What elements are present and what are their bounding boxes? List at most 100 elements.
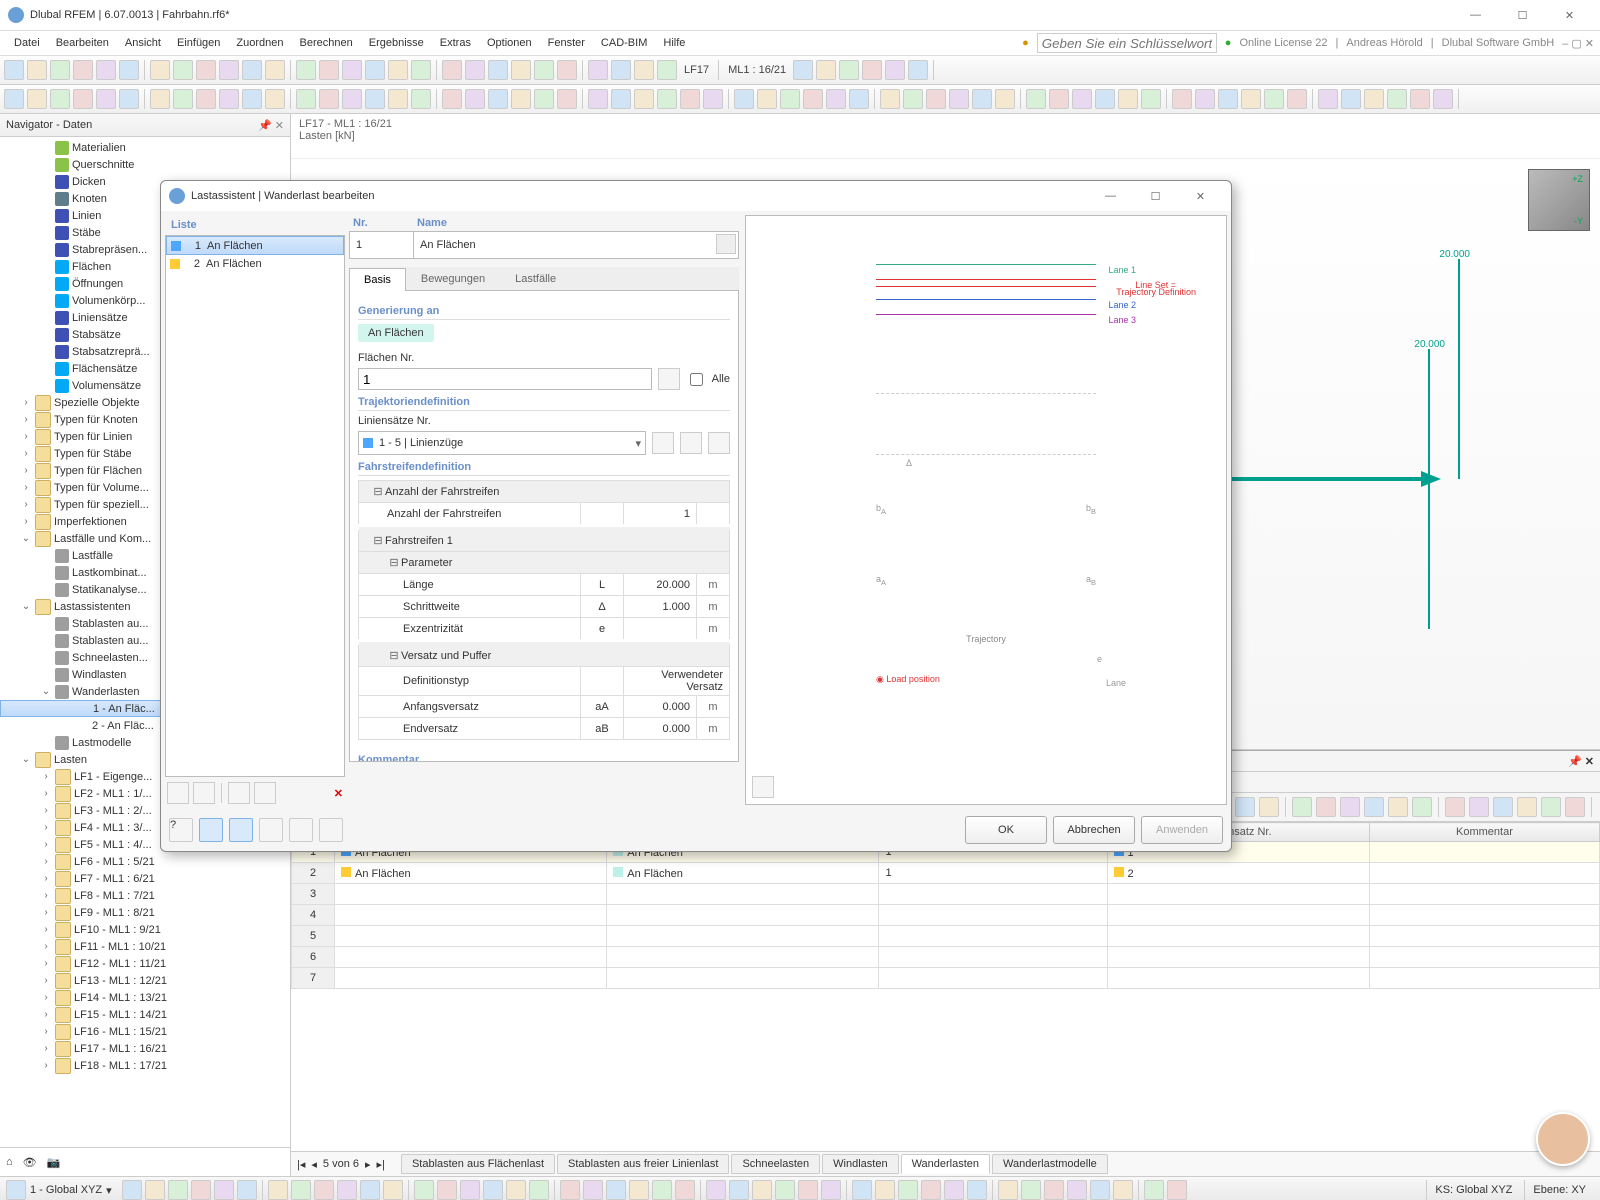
pin-icon[interactable]: 📌 ✕ <box>258 119 284 132</box>
menu-extras[interactable]: Extras <box>432 34 479 52</box>
toolbar-icon[interactable] <box>196 89 216 109</box>
toolbar-icon[interactable] <box>995 89 1015 109</box>
toolbar-icon[interactable] <box>534 60 554 80</box>
list-tool2-icon[interactable] <box>254 782 276 804</box>
toolbar-icon[interactable] <box>1412 797 1432 817</box>
toolbar-icon[interactable] <box>1341 89 1361 109</box>
assistant-avatar[interactable] <box>1536 1112 1590 1166</box>
dialog-tab[interactable]: Lastfälle <box>500 267 571 290</box>
toolbar-icon[interactable] <box>488 89 508 109</box>
toolbar-icon[interactable] <box>1433 89 1453 109</box>
tree-node[interactable]: Materialien <box>0 139 290 156</box>
toolbar-icon[interactable] <box>1021 1180 1041 1200</box>
table-row[interactable]: 4 <box>292 905 1600 926</box>
toolbar-icon[interactable] <box>73 89 93 109</box>
toolbar-icon[interactable] <box>972 89 992 109</box>
toolbar-icon[interactable] <box>1517 797 1537 817</box>
tree-node[interactable]: ›LF14 - ML1 : 13/21 <box>0 989 290 1006</box>
toolbar-icon[interactable] <box>1044 1180 1064 1200</box>
toolbar-icon[interactable] <box>511 60 531 80</box>
toolbar-icon[interactable] <box>268 1180 288 1200</box>
toolbar-icon[interactable] <box>365 89 385 109</box>
toolbar-icon[interactable] <box>798 1180 818 1200</box>
toolbar-icon[interactable] <box>529 1180 549 1200</box>
toolbar-icon[interactable] <box>27 60 47 80</box>
toolbar-icon[interactable] <box>411 89 431 109</box>
toolbar-icon[interactable] <box>96 89 116 109</box>
toolbar-icon[interactable] <box>1067 1180 1087 1200</box>
pager-last-icon[interactable]: ▸| <box>377 1158 385 1171</box>
menu-cad-bim[interactable]: CAD-BIM <box>593 34 655 52</box>
toolbar-icon[interactable] <box>1235 797 1255 817</box>
toolbar-icon[interactable] <box>319 60 339 80</box>
units-icon[interactable] <box>199 818 223 842</box>
pager-tab[interactable]: Stablasten aus Flächenlast <box>401 1154 555 1174</box>
toolbar-icon[interactable] <box>780 89 800 109</box>
pager-prev-icon[interactable]: ◂ <box>311 1158 317 1171</box>
toolbar-icon[interactable] <box>926 89 946 109</box>
toolbar-icon[interactable] <box>219 60 239 80</box>
toolbar-icon[interactable] <box>1565 797 1585 817</box>
toolbar-icon[interactable] <box>944 1180 964 1200</box>
toolbar-icon[interactable] <box>242 89 262 109</box>
toolbar-icon[interactable] <box>365 60 385 80</box>
toolbar-icon[interactable] <box>921 1180 941 1200</box>
camera-icon[interactable]: 📷 <box>47 1156 61 1169</box>
apply-button[interactable]: Anwenden <box>1141 816 1223 844</box>
toolbar-icon[interactable] <box>734 89 754 109</box>
toolbar-icon[interactable] <box>265 89 285 109</box>
toolbar-icon[interactable] <box>4 89 24 109</box>
home-icon[interactable]: ⌂ <box>6 1156 13 1168</box>
ls-new-icon[interactable] <box>652 432 674 454</box>
toolbar-icon[interactable] <box>967 1180 987 1200</box>
toolbar-icon[interactable] <box>775 1180 795 1200</box>
toolbar-icon[interactable] <box>150 60 170 80</box>
menu-optionen[interactable]: Optionen <box>479 34 540 52</box>
keyword-search[interactable] <box>1037 33 1217 53</box>
pager-tab[interactable]: Schneelasten <box>731 1154 820 1174</box>
script-icon[interactable] <box>319 818 343 842</box>
tree-node[interactable]: ›LF6 - ML1 : 5/21 <box>0 853 290 870</box>
toolbar-icon[interactable] <box>588 60 608 80</box>
toolbar-icon[interactable] <box>342 60 362 80</box>
maximize-button[interactable]: ☐ <box>1500 1 1545 29</box>
toolbar-icon[interactable] <box>296 60 316 80</box>
toolbar-icon[interactable] <box>511 89 531 109</box>
toolbar-icon[interactable] <box>816 60 836 80</box>
toolbar-icon[interactable] <box>1141 89 1161 109</box>
bottom-pin-icon[interactable]: 📌 ✕ <box>1568 755 1594 768</box>
menu-zuordnen[interactable]: Zuordnen <box>228 34 291 52</box>
toolbar-icon[interactable] <box>506 1180 526 1200</box>
name-field[interactable]: An Flächen <box>413 231 739 259</box>
tree-node[interactable]: ›LF16 - ML1 : 15/21 <box>0 1023 290 1040</box>
menu-fenster[interactable]: Fenster <box>540 34 593 52</box>
list-tool1-icon[interactable] <box>228 782 250 804</box>
toolbar-icon[interactable] <box>437 1180 457 1200</box>
close-button[interactable]: ✕ <box>1547 1 1592 29</box>
toolbar-icon[interactable] <box>752 1180 772 1200</box>
tree-node[interactable]: ›LF18 - ML1 : 17/21 <box>0 1057 290 1074</box>
menu-einfügen[interactable]: Einfügen <box>169 34 228 52</box>
tree-node[interactable]: ›LF7 - ML1 : 6/21 <box>0 870 290 887</box>
minimize-button[interactable]: — <box>1453 1 1498 29</box>
lane-properties-table[interactable]: ⊟Anzahl der FahrstreifenAnzahl der Fahrs… <box>358 480 730 740</box>
toolbar-icon[interactable] <box>1144 1180 1164 1200</box>
toolbar-icon[interactable] <box>1259 797 1279 817</box>
toolbar-icon[interactable] <box>706 1180 726 1200</box>
list-item[interactable]: 2An Flächen <box>166 255 344 272</box>
toolbar-icon[interactable] <box>383 1180 403 1200</box>
all-checkbox[interactable] <box>690 373 703 386</box>
toolbar-icon[interactable] <box>1287 89 1307 109</box>
toolbar-icon[interactable] <box>675 1180 695 1200</box>
toolbar-icon[interactable] <box>219 89 239 109</box>
toolbar-icon[interactable] <box>342 89 362 109</box>
toolbar-icon[interactable] <box>145 1180 165 1200</box>
toolbar-icon[interactable] <box>411 60 431 80</box>
toolbar-icon[interactable] <box>319 89 339 109</box>
toolbar-icon[interactable] <box>1318 89 1338 109</box>
tree-node[interactable]: ›LF8 - ML1 : 7/21 <box>0 887 290 904</box>
toolbar-icon[interactable] <box>657 60 677 80</box>
ls-edit-icon[interactable] <box>680 432 702 454</box>
toolbar-icon[interactable] <box>1049 89 1069 109</box>
list-new-icon[interactable] <box>167 782 189 804</box>
